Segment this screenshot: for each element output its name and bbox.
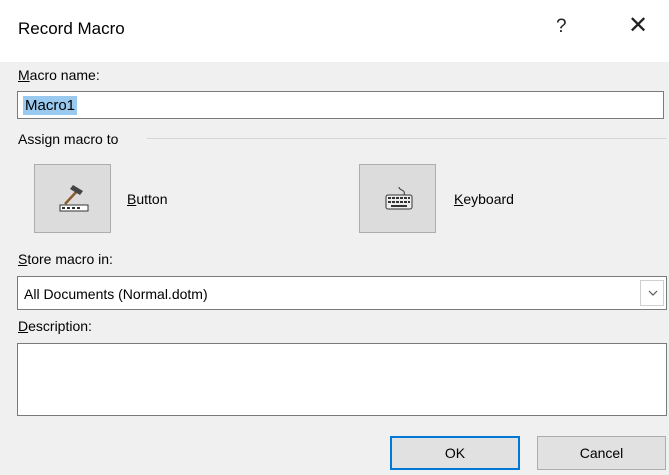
keyboard-icon (385, 186, 413, 210)
macro-name-label: Macro name: (18, 67, 100, 83)
help-button[interactable]: ? (556, 16, 567, 38)
chevron-down-icon (648, 290, 658, 296)
title-bar: Record Macro ? ✕ (0, 0, 669, 62)
store-macro-label: Store macro in: (18, 251, 113, 267)
dialog-title: Record Macro (18, 19, 125, 38)
store-macro-value: All Documents (Normal.dotm) (24, 286, 208, 302)
hammer-toolbar-icon (59, 185, 89, 212)
assign-keyboard-button[interactable] (359, 164, 436, 233)
group-divider (147, 138, 667, 139)
description-label: Description: (18, 318, 92, 334)
keyboard-option-label: Keyboard (454, 191, 514, 207)
macro-name-value: Macro1 (23, 96, 78, 115)
button-option-label: Button (127, 191, 168, 207)
close-button[interactable]: ✕ (628, 14, 648, 38)
ok-button[interactable]: OK (390, 436, 520, 470)
dropdown-button[interactable] (640, 280, 664, 306)
assign-button-button[interactable] (34, 164, 111, 233)
cancel-button[interactable]: Cancel (537, 436, 666, 470)
description-textarea[interactable] (17, 343, 667, 416)
assign-macro-label: Assign macro to (18, 131, 119, 147)
macro-name-input[interactable]: Macro1 (17, 91, 664, 119)
store-macro-select[interactable]: All Documents (Normal.dotm) (17, 276, 667, 310)
